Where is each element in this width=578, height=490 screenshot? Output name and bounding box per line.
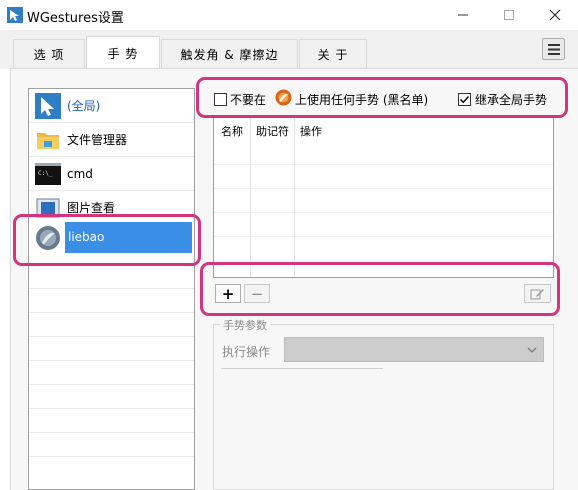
gesture-params-title: 手势参数 [220,317,270,333]
column-header-mnemonic[interactable]: 助记符 [256,123,289,139]
tab-about[interactable]: 关 于 [299,39,367,68]
app-item-label: cmd [67,166,93,181]
hamburger-icon [547,43,560,55]
app-item-label: 文件管理器 [67,133,128,147]
tab-corners-edges[interactable]: 触发角 & 摩擦边 [161,39,298,68]
gesture-table[interactable]: 名称 助记符 操作 [213,117,554,278]
tab-gestures[interactable]: 手 势 [86,36,160,69]
maximize-button[interactable] [486,0,532,30]
app-item-global[interactable]: (全局) [29,89,194,122]
exec-action-label: 执行操作 [222,345,271,359]
title-bar: WGestures设置 [0,0,578,30]
cursor-icon [35,92,61,119]
highlight-buttons-row [200,262,560,316]
tab-options[interactable]: 选 项 [13,39,85,68]
app-item-cmd[interactable]: C:\_ cmd [29,157,194,190]
tab-strip: 选 项 手 势 触发角 & 摩擦边 关 于 [0,30,578,69]
terminal-icon: C:\_ [35,161,61,187]
wgestures-app-icon [7,7,23,23]
svg-text:C:\_: C:\_ [38,170,53,177]
close-button[interactable] [532,0,578,30]
app-item-label: (全局) [67,99,101,113]
minimize-button[interactable] [440,0,486,30]
window-title: WGestures设置 [27,11,124,26]
highlight-options-row [196,77,568,118]
column-header-name[interactable]: 名称 [221,123,243,139]
group-divider [221,368,383,369]
app-item-file-manager[interactable]: 文件管理器 [29,123,194,156]
menu-button[interactable] [542,38,565,60]
column-header-action[interactable]: 操作 [300,123,322,139]
app-list[interactable]: (全局) 文件管理器 C:\_ cmd 图片查看 liebao [28,88,195,490]
chevron-down-icon [527,344,537,358]
highlight-liebao-item [13,214,201,266]
folder-icon [35,127,61,153]
exec-action-select[interactable] [284,337,544,362]
